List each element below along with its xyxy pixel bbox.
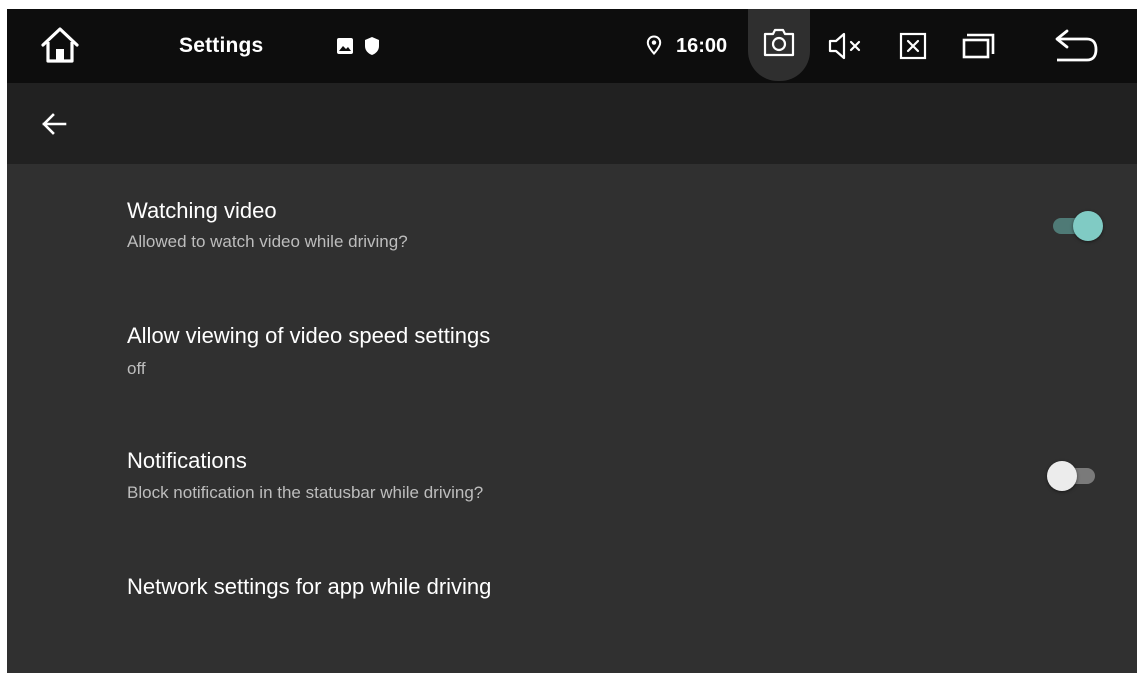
watching-video-switch[interactable] [1047, 205, 1107, 245]
setting-network[interactable]: Network settings for app while driving [7, 539, 1137, 664]
navigate-up-button[interactable] [29, 99, 79, 149]
setting-summary: Allowed to watch video while driving? [127, 232, 408, 251]
setting-title: Allow viewing of video speed settings [127, 323, 491, 348]
setting-title: Watching video [127, 198, 277, 223]
home-button[interactable] [35, 22, 85, 68]
setting-summary: Block notification in the statusbar whil… [127, 483, 484, 502]
device-screen: Settings 16:00 Watching video Allowed to… [7, 9, 1137, 673]
action-bar [7, 83, 1137, 164]
home-icon [41, 27, 79, 63]
app-title: Settings [179, 34, 264, 57]
back-arrow-icon [1055, 29, 1098, 62]
camera-icon [763, 28, 795, 57]
recents-button[interactable] [954, 26, 1004, 66]
close-box-icon [899, 32, 927, 60]
volume-mute-button[interactable] [821, 26, 875, 66]
setting-video-speed[interactable]: Allow viewing of video speed settings of… [7, 289, 1137, 414]
shield-notification-icon [362, 34, 382, 58]
clock: 16:00 [676, 34, 728, 57]
setting-title: Notifications [127, 448, 247, 473]
arrow-left-icon [42, 113, 67, 135]
switch-thumb [1073, 211, 1103, 241]
volume-mute-icon [828, 32, 861, 60]
recents-icon [962, 33, 995, 59]
close-app-button[interactable] [890, 26, 936, 66]
location-icon [643, 33, 665, 57]
setting-notifications[interactable]: Notifications Block notification in the … [7, 414, 1137, 539]
settings-list: Watching video Allowed to watch video wh… [7, 164, 1137, 664]
status-bar: Settings 16:00 [7, 9, 1137, 83]
setting-summary: off [127, 359, 146, 378]
screenshot-button[interactable] [748, 9, 810, 81]
setting-watching-video[interactable]: Watching video Allowed to watch video wh… [7, 164, 1137, 289]
setting-title: Network settings for app while driving [127, 574, 492, 599]
notifications-switch[interactable] [1047, 455, 1107, 495]
switch-thumb [1047, 461, 1077, 491]
image-notification-icon [334, 35, 356, 57]
back-button[interactable] [1045, 25, 1105, 67]
